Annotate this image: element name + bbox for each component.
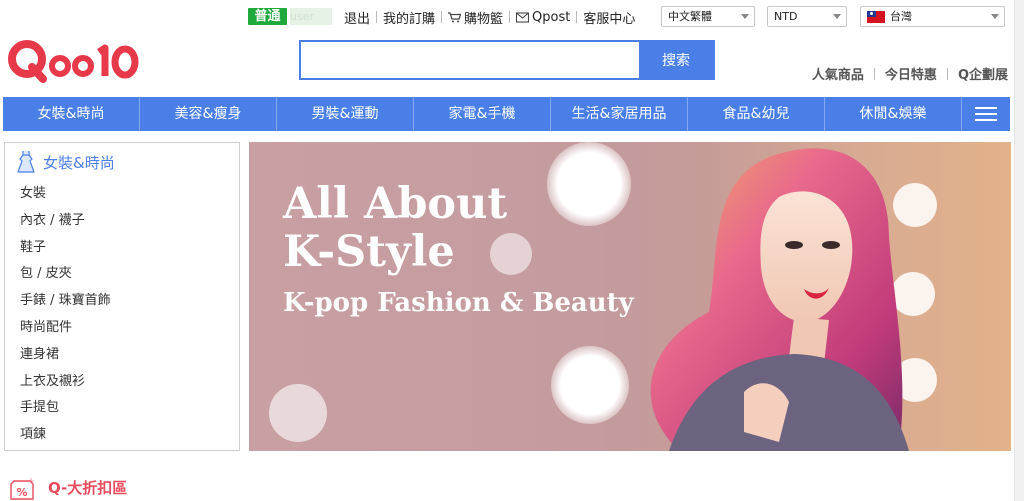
q-special-link[interactable]: Q企劃展 <box>958 64 1008 83</box>
category-tab-electronics[interactable]: 家電&手機 <box>414 97 551 131</box>
divider <box>873 67 875 80</box>
member-grade-badge: 普通 <box>248 8 287 25</box>
qpost-label: Qpost <box>532 9 571 25</box>
banner-headline: All About K-Style <box>283 180 507 276</box>
light-bulb <box>891 272 935 316</box>
sidebar-item-dresses[interactable]: 連身裙 <box>20 342 239 369</box>
discount-section-title: Q-大折扣區 <box>48 479 128 497</box>
top-utility-bar: 普通 user 退出 我的訂購 購物籃 Qpost 客服中心 中文繁體 NTD <box>0 0 1024 34</box>
sidebar-header[interactable]: 女裝&時尚 <box>5 143 239 181</box>
category-nav: 女裝&時尚 美容&瘦身 男裝&運動 家電&手機 生活&家居用品 食品&幼兒 休閒… <box>3 97 1010 131</box>
sidebar-item-accessories[interactable]: 時尚配件 <box>20 315 239 342</box>
category-sidebar: 女裝&時尚 女裝 內衣 / 襪子 鞋子 包 / 皮夾 手錶 / 珠寶首飾 時尚配… <box>4 142 240 451</box>
currency-select[interactable]: NTD <box>767 6 847 27</box>
customer-service-link[interactable]: 客服中心 <box>583 8 635 27</box>
cart-link[interactable]: 購物籃 <box>448 8 503 27</box>
light-bulb <box>547 142 631 226</box>
sidebar-title: 女裝&時尚 <box>43 153 115 172</box>
header-links: 人氣商品 今日特惠 Q企劃展 <box>812 64 1008 83</box>
qoo10-logo[interactable] <box>6 36 142 84</box>
sidebar-item-women[interactable]: 女裝 <box>20 181 239 208</box>
language-select[interactable]: 中文繁體 <box>661 6 755 27</box>
light-bulb <box>551 346 629 424</box>
sidebar-list: 女裝 內衣 / 襪子 鞋子 包 / 皮夾 手錶 / 珠寶首飾 時尚配件 連身裙 … <box>5 181 239 449</box>
sidebar-item-handbags[interactable]: 手提包 <box>20 395 239 422</box>
sidebar-item-bags-wallets[interactable]: 包 / 皮夾 <box>20 261 239 288</box>
divider <box>376 11 378 23</box>
sidebar-item-necklaces[interactable]: 項鍊 <box>20 422 239 449</box>
dress-icon <box>17 151 35 173</box>
banner-headline-line1: All About <box>283 179 508 229</box>
category-tab-leisure[interactable]: 休閒&娛樂 <box>825 97 962 131</box>
search-bar: 搜索 <box>299 40 715 80</box>
logout-link[interactable]: 退出 <box>344 8 370 27</box>
region-select[interactable]: 台灣 <box>860 6 1005 27</box>
category-tab-men-sports[interactable]: 男裝&運動 <box>277 97 414 131</box>
chevron-down-icon <box>991 14 999 19</box>
category-tab-home-living[interactable]: 生活&家居用品 <box>551 97 688 131</box>
language-select-value: 中文繁體 <box>668 10 712 23</box>
category-tab-women-fashion[interactable]: 女裝&時尚 <box>3 97 140 131</box>
currency-select-value: NTD <box>774 10 798 23</box>
discount-percent-icon: % <box>10 477 35 500</box>
chevron-down-icon <box>741 14 749 19</box>
sidebar-item-underwear-socks[interactable]: 內衣 / 襪子 <box>20 208 239 235</box>
category-tab-food-baby[interactable]: 食品&幼兒 <box>688 97 825 131</box>
banner-headline-line2: K-Style <box>283 227 455 277</box>
mail-icon <box>516 11 530 23</box>
sidebar-item-shoes[interactable]: 鞋子 <box>20 235 239 262</box>
discount-section-header[interactable]: % Q-大折扣區 <box>6 474 127 501</box>
divider <box>509 11 511 23</box>
search-input[interactable] <box>301 42 639 78</box>
my-orders-link[interactable]: 我的訂購 <box>383 8 435 27</box>
region-select-value: 台灣 <box>890 10 912 23</box>
cart-icon <box>448 11 462 22</box>
taiwan-flag-icon <box>867 10 885 23</box>
model-photo <box>650 148 909 451</box>
sidebar-item-watches-jewelry[interactable]: 手錶 / 珠寶首飾 <box>20 288 239 315</box>
chevron-down-icon <box>833 14 841 19</box>
hamburger-menu-icon[interactable] <box>962 97 1010 131</box>
page-scrollbar[interactable] <box>1014 0 1024 501</box>
sidebar-item-tops-shirts[interactable]: 上衣及襯衫 <box>20 369 239 396</box>
divider <box>441 11 443 23</box>
light-bulb <box>893 183 937 227</box>
divider <box>576 11 578 23</box>
divider <box>946 67 948 80</box>
today-deals-link[interactable]: 今日特惠 <box>885 64 937 83</box>
popular-products-link[interactable]: 人氣商品 <box>812 64 864 83</box>
category-tab-beauty[interactable]: 美容&瘦身 <box>140 97 277 131</box>
user-name[interactable]: user <box>290 8 332 25</box>
search-button[interactable]: 搜索 <box>639 42 713 78</box>
cart-label: 購物籃 <box>464 11 504 27</box>
svg-text:%: % <box>16 486 27 499</box>
light-bulb <box>269 384 327 442</box>
banner-subheadline: K-pop Fashion & Beauty <box>283 288 634 318</box>
qpost-link[interactable]: Qpost <box>516 10 570 25</box>
promo-banner[interactable]: All About K-Style K-pop Fashion & Beauty <box>249 142 1011 451</box>
top-links: 退出 我的訂購 購物籃 Qpost 客服中心 <box>344 8 635 27</box>
